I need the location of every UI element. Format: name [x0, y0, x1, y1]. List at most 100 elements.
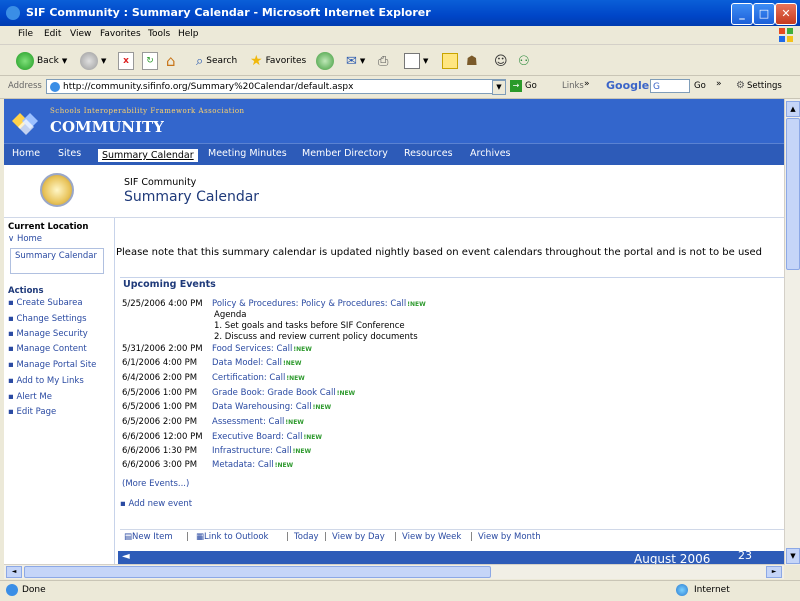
mail-button[interactable]: ✉ ▼: [346, 51, 365, 71]
event-date: 6/5/2006 1:00 PM: [122, 402, 198, 412]
new-item-button[interactable]: ▤New Item: [124, 532, 173, 542]
google-search-input[interactable]: G: [650, 79, 690, 93]
menu-favorites[interactable]: Favorites: [100, 29, 141, 39]
location-home-link[interactable]: ∨ Home: [8, 234, 42, 244]
horizontal-scroll-thumb[interactable]: [24, 566, 491, 578]
menu-file[interactable]: File: [18, 29, 33, 39]
messenger-button[interactable]: ☺: [494, 51, 508, 71]
back-button[interactable]: Back ▼: [16, 51, 67, 71]
favorites-button[interactable]: ★ Favorites: [250, 51, 306, 71]
event-link[interactable]: Executive Board: Call!NEW: [212, 432, 322, 442]
address-url: http://community.sifinfo.org/Summary%20C…: [63, 82, 354, 92]
chevron-right-icon[interactable]: »: [716, 79, 722, 89]
link-to-outlook-button[interactable]: ▦Link to Outlook: [196, 532, 268, 542]
view-by-week-button[interactable]: View by Week: [402, 532, 461, 542]
scroll-left-icon[interactable]: ◄: [6, 566, 22, 578]
ie-icon: [6, 6, 20, 20]
event-link[interactable]: Metadata: Call!NEW: [212, 460, 293, 470]
action-label: Manage Portal Site: [16, 360, 97, 370]
nav-sites[interactable]: Sites: [58, 148, 81, 159]
calendar-month-header: ◄ August 2006 23: [118, 549, 784, 564]
nav-summary-calendar[interactable]: Summary Calendar: [98, 149, 198, 162]
scroll-down-icon[interactable]: ▼: [786, 548, 800, 564]
menu-tools[interactable]: Tools: [148, 29, 170, 39]
event-link[interactable]: Certification: Call!NEW: [212, 373, 305, 383]
event-link[interactable]: Data Model: Call!NEW: [212, 358, 301, 368]
view-by-day-button[interactable]: View by Day: [332, 532, 385, 542]
chevron-down-icon: ▼: [423, 57, 429, 65]
menu-bar: File Edit View Favorites Tools Help: [0, 26, 800, 45]
new-badge-label: NEW: [285, 360, 302, 367]
print-button[interactable]: ⎙: [378, 51, 388, 71]
window-title: SIF Community : Summary Calendar - Micro…: [26, 6, 431, 19]
contacts-button[interactable]: ⚇: [518, 51, 530, 71]
home-button[interactable]: ⌂: [166, 51, 176, 71]
messenger-icon: ☺: [494, 53, 508, 69]
event-title: Data Model: Call: [212, 358, 282, 368]
current-location-item[interactable]: Summary Calendar: [10, 248, 104, 274]
maximize-button[interactable]: □: [753, 3, 775, 25]
more-events-link[interactable]: (More Events...): [122, 479, 189, 489]
status-text: Done: [22, 585, 46, 595]
event-link[interactable]: Infrastructure: Call!NEW: [212, 446, 311, 456]
action-edit-page[interactable]: ▪ Edit Page: [8, 407, 56, 417]
go-label: Go: [525, 81, 537, 91]
go-button[interactable]: → Go: [510, 80, 537, 92]
vertical-scroll-thumb[interactable]: [786, 118, 800, 270]
new-badge: !NEW: [274, 462, 294, 469]
settings-button[interactable]: ⚙ Settings: [736, 80, 782, 91]
add-new-event-link[interactable]: ▪ Add new event: [120, 499, 192, 509]
stop-button[interactable]: x: [118, 51, 134, 71]
contacts-icon: ⚇: [518, 53, 530, 69]
close-button[interactable]: ✕: [775, 3, 797, 25]
today-button[interactable]: Today: [294, 532, 319, 542]
address-input[interactable]: http://community.sifinfo.org/Summary%20C…: [46, 79, 506, 94]
menu-view[interactable]: View: [70, 29, 91, 39]
history-button[interactable]: [316, 51, 334, 71]
agenda-line: 1. Set goals and tasks before SIF Confer…: [214, 321, 405, 331]
nav-meeting-minutes[interactable]: Meeting Minutes: [208, 148, 287, 159]
internet-zone-icon: [676, 584, 688, 596]
action-create-subarea[interactable]: ▪ Create Subarea: [8, 298, 83, 308]
action-manage-security[interactable]: ▪ Manage Security: [8, 329, 88, 339]
calendar-area-icon: [40, 173, 74, 207]
new-badge: !NEW: [292, 448, 312, 455]
event-date: 6/6/2006 12:00 PM: [122, 432, 203, 442]
forward-button[interactable]: ▼: [80, 51, 106, 71]
site-name[interactable]: SIF Community: [124, 177, 196, 188]
search-button[interactable]: ⌕ Search: [196, 51, 237, 71]
nav-home[interactable]: Home: [12, 148, 40, 159]
event-title: Data Warehousing: Call: [212, 402, 312, 412]
nav-archives[interactable]: Archives: [470, 148, 511, 159]
scroll-right-icon[interactable]: ►: [766, 566, 782, 578]
refresh-button[interactable]: ↻: [142, 51, 158, 71]
research-button[interactable]: ☗: [466, 51, 478, 71]
links-label[interactable]: Links: [562, 81, 584, 91]
event-link[interactable]: Assessment: Call!NEW: [212, 417, 304, 427]
chevron-right-icon[interactable]: »: [584, 79, 590, 89]
scroll-up-icon[interactable]: ▲: [786, 101, 800, 117]
minimize-button[interactable]: _: [731, 3, 753, 25]
action-change-settings[interactable]: ▪ Change Settings: [8, 314, 87, 324]
back-arrow-icon: [16, 52, 34, 70]
event-link[interactable]: Policy & Procedures: Policy & Procedures…: [212, 299, 426, 309]
note-icon: [442, 53, 458, 69]
menu-help[interactable]: Help: [178, 29, 199, 39]
toolbar: Back ▼ ▼ x ↻ ⌂ ⌕ Search ★ Favorites ✉ ▼ …: [0, 45, 800, 76]
discuss-button[interactable]: [442, 51, 458, 71]
action-add-to-my-links[interactable]: ▪ Add to My Links: [8, 376, 84, 386]
previous-month-icon[interactable]: ◄: [122, 551, 130, 562]
event-link[interactable]: Food Services: Call!NEW: [212, 344, 312, 354]
action-manage-content[interactable]: ▪ Manage Content: [8, 344, 87, 354]
address-dropdown-icon[interactable]: ▼: [492, 80, 506, 95]
google-go-button[interactable]: Go: [694, 81, 706, 91]
nav-resources[interactable]: Resources: [404, 148, 453, 159]
action-manage-portal-site[interactable]: ▪ Manage Portal Site: [8, 360, 96, 370]
menu-edit[interactable]: Edit: [44, 29, 61, 39]
view-by-month-button[interactable]: View by Month: [478, 532, 541, 542]
event-link[interactable]: Data Warehousing: Call!NEW: [212, 402, 331, 412]
nav-member-directory[interactable]: Member Directory: [302, 148, 388, 159]
action-alert-me[interactable]: ▪ Alert Me: [8, 392, 52, 402]
edit-button[interactable]: ▼: [404, 51, 428, 71]
event-link[interactable]: Grade Book: Grade Book Call!NEW: [212, 388, 355, 398]
